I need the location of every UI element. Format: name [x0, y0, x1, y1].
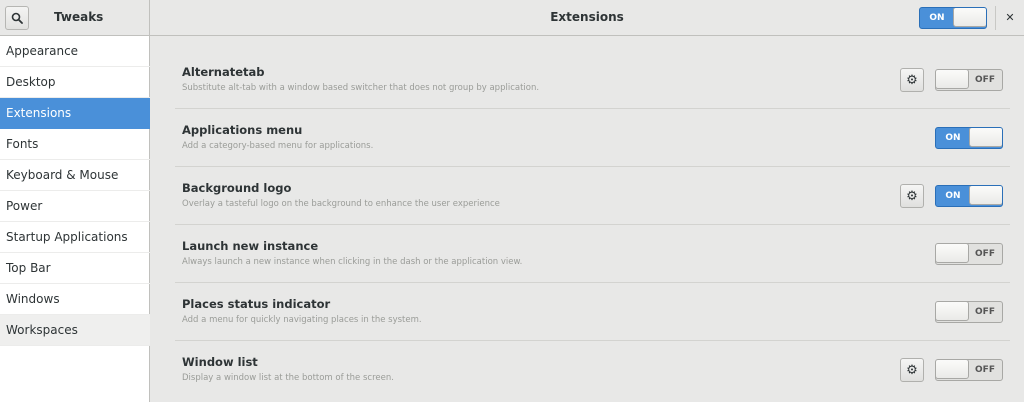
sidebar-item-power[interactable]: Power [0, 191, 150, 222]
switch-label: ON [929, 13, 945, 23]
sidebar-item-top-bar[interactable]: Top Bar [0, 253, 150, 284]
sidebar-item-extensions[interactable]: Extensions [0, 98, 150, 129]
extension-row-launch-new-instance: Launch new instance Always launch a new … [175, 225, 1010, 283]
sidebar-item-appearance[interactable]: Appearance [0, 36, 150, 67]
extension-description: Substitute alt-tab with a window based s… [182, 83, 540, 93]
search-button[interactable] [5, 6, 29, 30]
extension-description: Overlay a tasteful logo on the backgroun… [182, 199, 500, 209]
header-separator [995, 6, 996, 30]
extension-row-applications-menu: Applications menu Add a category-based m… [175, 109, 1010, 167]
header-bar: Tweaks Extensions ON ✕ [0, 0, 1024, 36]
switch-knob [969, 128, 1002, 147]
extension-description: Display a window list at the bottom of t… [182, 373, 394, 383]
sidebar-item-startup-applications[interactable]: Startup Applications [0, 222, 150, 253]
switch-knob [969, 186, 1002, 205]
close-icon: ✕ [1005, 11, 1015, 24]
switch-knob [936, 70, 969, 89]
sidebar-item-desktop[interactable]: Desktop [0, 67, 150, 98]
extension-row-places-status-indicator: Places status indicator Add a menu for q… [175, 283, 1010, 341]
extension-switch[interactable]: ON [935, 127, 1003, 149]
switch-knob [936, 302, 969, 321]
extension-settings-button[interactable]: ⚙ [900, 68, 924, 92]
gear-icon: ⚙ [906, 188, 918, 204]
extension-title: Alternatetab [182, 65, 265, 79]
gear-icon: ⚙ [906, 72, 918, 88]
switch-knob [936, 244, 969, 263]
gear-icon: ⚙ [906, 362, 918, 378]
extension-description: Add a category-based menu for applicatio… [182, 141, 374, 151]
page-title: Extensions [550, 10, 624, 24]
extension-switch[interactable]: OFF [935, 301, 1003, 323]
extension-row-alternatetab: Alternatetab Substitute alt-tab with a w… [175, 51, 1010, 109]
extension-description: Always launch a new instance when clicki… [182, 257, 523, 267]
extension-row-background-logo: Background logo Overlay a tasteful logo … [175, 167, 1010, 225]
sidebar: Appearance Desktop Extensions Fonts Keyb… [0, 36, 150, 402]
app-title: Tweaks [54, 10, 104, 24]
extension-title: Applications menu [182, 123, 303, 137]
extension-title: Places status indicator [182, 297, 331, 311]
sidebar-item-keyboard-mouse[interactable]: Keyboard & Mouse [0, 160, 150, 191]
extension-title: Window list [182, 355, 258, 369]
extension-switch[interactable]: ON [935, 185, 1003, 207]
extension-title: Background logo [182, 181, 292, 195]
switch-label: ON [945, 133, 961, 143]
switch-knob [953, 8, 986, 27]
extension-title: Launch new instance [182, 239, 319, 253]
extension-row-window-list: Window list Display a window list at the… [175, 341, 1010, 399]
extension-switch[interactable]: OFF [935, 359, 1003, 381]
extension-description: Add a menu for quickly navigating places… [182, 315, 422, 325]
switch-label: OFF [975, 307, 995, 317]
switch-label: OFF [975, 75, 995, 85]
extension-settings-button[interactable]: ⚙ [900, 358, 924, 382]
search-icon [11, 12, 23, 24]
switch-label: OFF [975, 249, 995, 259]
switch-knob [936, 360, 969, 379]
extension-settings-button[interactable]: ⚙ [900, 184, 924, 208]
switch-label: OFF [975, 365, 995, 375]
extension-switch[interactable]: OFF [935, 69, 1003, 91]
extensions-global-switch[interactable]: ON [919, 7, 987, 29]
extension-switch[interactable]: OFF [935, 243, 1003, 265]
close-button[interactable]: ✕ [1002, 9, 1018, 27]
sidebar-item-fonts[interactable]: Fonts [0, 129, 150, 160]
switch-label: ON [945, 191, 961, 201]
header-left-pane: Tweaks [0, 0, 150, 36]
extensions-list: Alternatetab Substitute alt-tab with a w… [151, 36, 1024, 402]
sidebar-item-workspaces[interactable]: Workspaces [0, 315, 150, 346]
sidebar-item-windows[interactable]: Windows [0, 284, 150, 315]
